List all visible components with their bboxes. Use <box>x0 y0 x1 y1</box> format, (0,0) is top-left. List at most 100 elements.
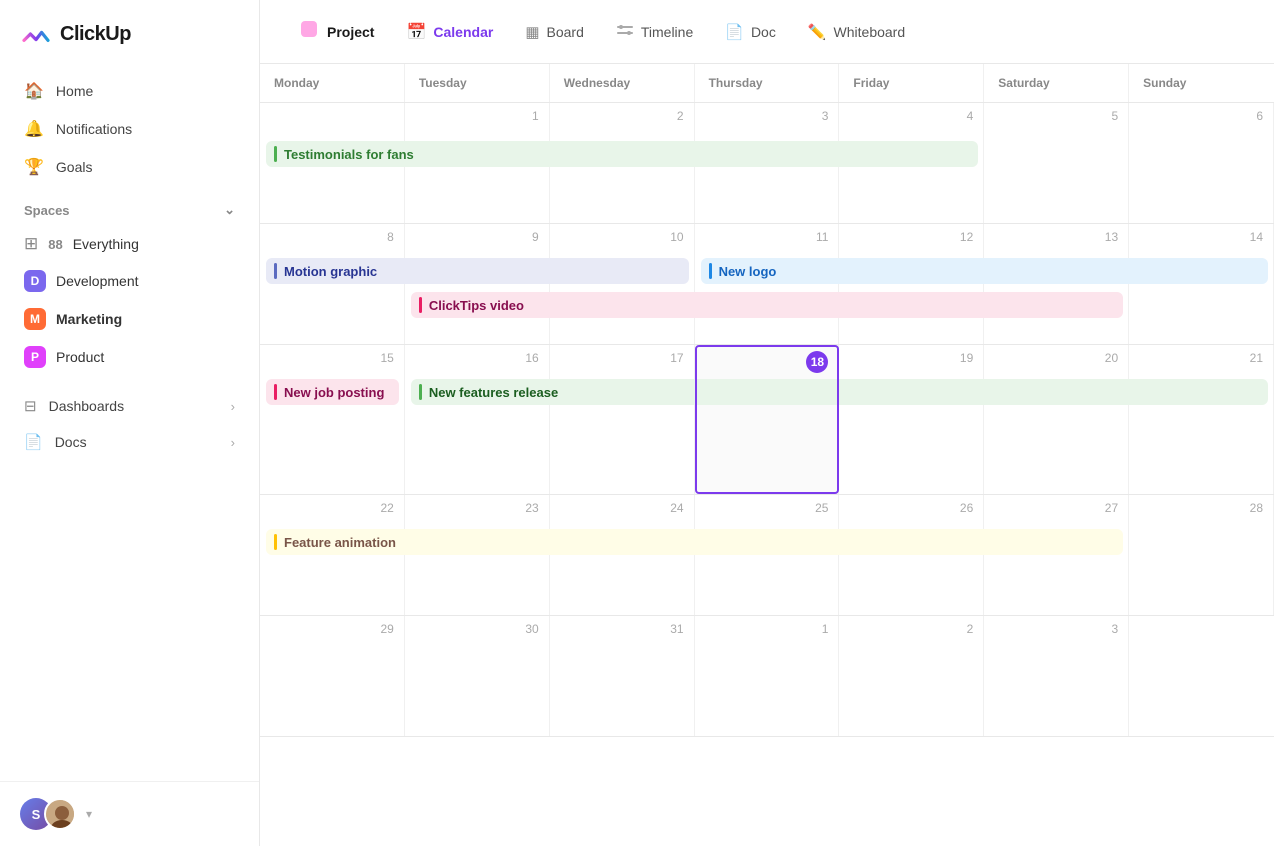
cal-cell-fri-w3[interactable]: 19 <box>839 345 984 494</box>
animation-accent <box>274 534 277 550</box>
cal-cell-sun-w5[interactable] <box>1129 616 1274 736</box>
cal-cell-wed-w5[interactable]: 31 <box>550 616 695 736</box>
cal-cell-fri-w5[interactable]: 2 <box>839 616 984 736</box>
event-motion[interactable]: Motion graphic <box>266 258 689 284</box>
sidebar-item-dashboards[interactable]: ⊟ Dashboards › <box>12 388 247 424</box>
week-row-5: 29 30 31 1 2 3 <box>260 616 1274 737</box>
spaces-section-header[interactable]: Spaces ⌄ <box>0 190 259 226</box>
tab-doc[interactable]: 📄 Doc <box>711 15 790 49</box>
main-content: Project 📅 Calendar ▦ Board Timeline 📄 Do… <box>260 0 1274 846</box>
date-label: 1 <box>415 109 539 123</box>
tab-whiteboard[interactable]: ✏️ Whiteboard <box>794 15 919 49</box>
cal-cell-sat-w5[interactable]: 3 <box>984 616 1129 736</box>
cal-cell-fri-w4[interactable]: 26 <box>839 495 984 615</box>
sidebar-item-product[interactable]: P Product <box>12 338 247 376</box>
notifications-label: Notifications <box>56 121 132 137</box>
newjob-accent <box>274 384 277 400</box>
cal-cell-tue-w2[interactable]: 9 <box>405 224 550 344</box>
event-animation-container: Feature animation <box>260 529 1129 555</box>
cal-cell-sat-w4[interactable]: 27 <box>984 495 1129 615</box>
avatar-stack[interactable]: S <box>20 798 76 830</box>
cal-cell-sun-w2[interactable]: 14 <box>1129 224 1274 344</box>
docs-icon: 📄 <box>24 433 43 451</box>
tab-board[interactable]: ▦ Board <box>511 15 598 49</box>
event-newfeatures-container: New features release <box>405 379 1274 405</box>
sidebar-item-home[interactable]: 🏠 Home <box>12 72 247 110</box>
day-header-monday: Monday <box>260 64 405 102</box>
cal-cell-wed-w3[interactable]: 17 <box>550 345 695 494</box>
cal-cell-mon-w2[interactable]: 8 <box>260 224 405 344</box>
project-tab-label: Project <box>327 24 374 40</box>
chevron-right-icon: › <box>231 399 235 414</box>
testimonials-label: Testimonials for fans <box>284 147 414 162</box>
event-newlogo[interactable]: New logo <box>701 258 1268 284</box>
cal-cell-sun-w4[interactable]: 28 <box>1129 495 1274 615</box>
cal-cell-wed-w4[interactable]: 24 <box>550 495 695 615</box>
event-testimonials-container: Testimonials for fans <box>260 141 984 167</box>
cal-cell-sat-w2[interactable]: 13 <box>984 224 1129 344</box>
event-motion-container: Motion graphic <box>260 258 695 284</box>
cal-cell-tue-w3[interactable]: 16 <box>405 345 550 494</box>
date-label: 31 <box>560 622 684 636</box>
cal-cell-sun-w3[interactable]: 21 <box>1129 345 1274 494</box>
trophy-icon: 🏆 <box>24 157 44 177</box>
date-label: 1 <box>705 622 829 636</box>
cal-cell-wed-w2[interactable]: 10 <box>550 224 695 344</box>
marketing-badge: M <box>24 308 46 330</box>
date-label: 2 <box>849 622 973 636</box>
cal-cell-sat-w1[interactable]: 5 <box>984 103 1129 223</box>
newlogo-accent <box>709 263 712 279</box>
cal-cell-thu-w4[interactable]: 25 <box>695 495 840 615</box>
date-label: 25 <box>705 501 829 515</box>
development-badge: D <box>24 270 46 292</box>
day-header-friday: Friday <box>839 64 984 102</box>
cal-cell-fri-w2[interactable]: 12 <box>839 224 984 344</box>
event-newjob[interactable]: New job posting <box>266 379 399 405</box>
date-label: 10 <box>560 230 684 244</box>
event-testimonials[interactable]: Testimonials for fans <box>266 141 978 167</box>
calendar-icon: 📅 <box>406 22 426 42</box>
date-label: 20 <box>994 351 1118 365</box>
sidebar-item-notifications[interactable]: 🔔 Notifications <box>12 110 247 148</box>
sidebar-item-goals[interactable]: 🏆 Goals <box>12 148 247 186</box>
event-newfeatures[interactable]: New features release <box>411 379 1268 405</box>
date-label: 4 <box>849 109 973 123</box>
week-row-2: 8 9 10 11 12 13 14 <box>260 224 1274 345</box>
cal-cell-tue-w4[interactable]: 23 <box>405 495 550 615</box>
event-clicktips[interactable]: ClickTips video <box>411 292 1123 318</box>
dashboard-icon: ⊟ <box>24 397 37 415</box>
tab-timeline[interactable]: Timeline <box>602 13 707 51</box>
sidebar-item-marketing[interactable]: M Marketing <box>12 300 247 338</box>
everything-count: 88 <box>48 237 62 252</box>
cal-cell-thu-w3[interactable]: 18 <box>695 345 840 494</box>
doc-icon: 📄 <box>725 23 744 41</box>
sidebar-item-development[interactable]: D Development <box>12 262 247 300</box>
cal-cell-thu-w2[interactable]: 11 <box>695 224 840 344</box>
animation-label: Feature animation <box>284 535 396 550</box>
week-row-3: 15 16 17 18 19 20 21 <box>260 345 1274 495</box>
calendar-body: 1 2 3 4 5 6 <box>260 103 1274 737</box>
cal-cell-tue-w5[interactable]: 30 <box>405 616 550 736</box>
newlogo-label: New logo <box>719 264 777 279</box>
top-nav: Project 📅 Calendar ▦ Board Timeline 📄 Do… <box>260 0 1274 64</box>
logo[interactable]: ClickUp <box>0 0 259 68</box>
main-nav: 🏠 Home 🔔 Notifications 🏆 Goals <box>0 68 259 190</box>
sidebar-item-everything[interactable]: ⊞ 88 Everything <box>12 226 247 262</box>
cal-cell-sun-w1[interactable]: 6 <box>1129 103 1274 223</box>
day-header-wednesday: Wednesday <box>550 64 695 102</box>
user-caret-icon[interactable]: ▾ <box>86 807 92 821</box>
cal-cell-mon-w5[interactable]: 29 <box>260 616 405 736</box>
motion-label: Motion graphic <box>284 264 377 279</box>
tab-calendar[interactable]: 📅 Calendar <box>392 14 507 50</box>
cal-cell-mon-w3[interactable]: 15 <box>260 345 405 494</box>
tab-project[interactable]: Project <box>284 10 388 53</box>
event-animation[interactable]: Feature animation <box>266 529 1123 555</box>
motion-accent <box>274 263 277 279</box>
sidebar-item-docs[interactable]: 📄 Docs › <box>12 424 247 460</box>
date-label: 23 <box>415 501 539 515</box>
date-label: 2 <box>560 109 684 123</box>
cal-cell-mon-w4[interactable]: 22 <box>260 495 405 615</box>
cal-cell-sat-w3[interactable]: 20 <box>984 345 1129 494</box>
cal-cell-thu-w5[interactable]: 1 <box>695 616 840 736</box>
calendar-tab-label: Calendar <box>433 24 493 40</box>
